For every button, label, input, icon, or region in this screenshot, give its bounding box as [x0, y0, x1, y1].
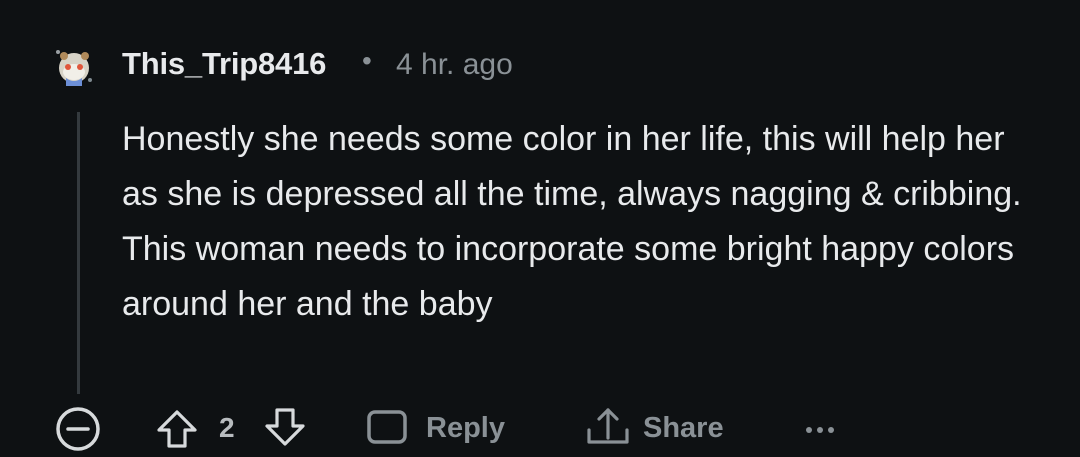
comment-action-bar: 2 Reply Share	[0, 400, 1080, 451]
meta-separator: •	[362, 45, 372, 76]
share-label: Share	[643, 412, 724, 444]
comment-author[interactable]: This_Trip8416	[122, 46, 326, 82]
comment-body: Honestly she needs some color in her lif…	[122, 120, 1022, 323]
snoo-avatar-icon	[56, 50, 92, 86]
reply-button[interactable]: Reply	[366, 408, 526, 448]
more-options-button[interactable]	[800, 418, 840, 438]
share-arrow-icon	[587, 408, 629, 444]
upvote-button[interactable]	[154, 408, 200, 448]
arrow-down-icon	[265, 408, 305, 446]
avatar[interactable]	[52, 44, 96, 88]
reply-label: Reply	[426, 412, 505, 444]
comment-timestamp[interactable]: 4 hr. ago	[396, 48, 513, 82]
ellipsis-icon	[806, 427, 834, 433]
downvote-button[interactable]	[262, 408, 308, 448]
collapse-button[interactable]	[55, 406, 101, 452]
minus-circle-icon	[56, 407, 100, 451]
vote-score: 2	[219, 412, 235, 443]
thread-line[interactable]	[77, 112, 80, 394]
speech-bubble-icon	[367, 410, 407, 444]
share-button[interactable]: Share	[585, 404, 745, 444]
arrow-up-icon	[157, 410, 197, 448]
comment: This_Trip8416 • 4 hr. ago Honestly she n…	[0, 0, 1080, 451]
